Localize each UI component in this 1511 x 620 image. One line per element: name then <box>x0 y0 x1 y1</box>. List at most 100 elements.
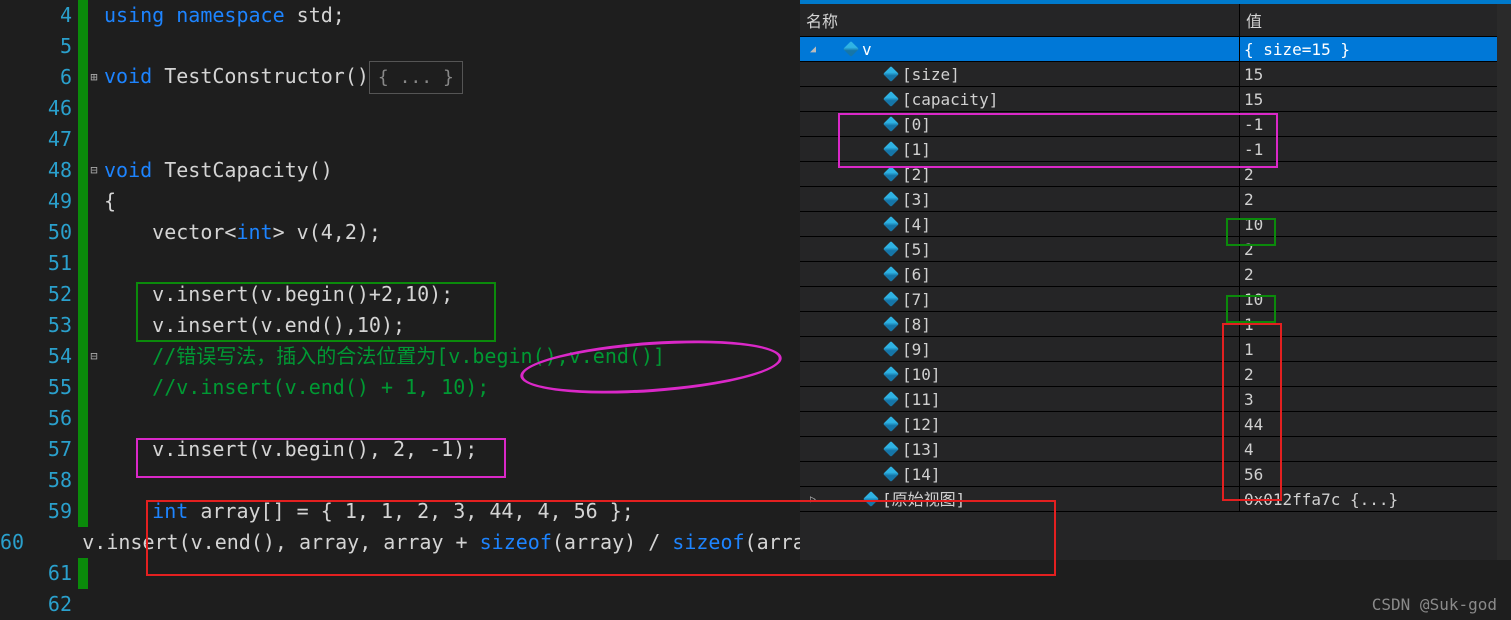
code-line[interactable]: 49{ <box>0 186 800 217</box>
collapsed-block[interactable]: { ... } <box>369 61 463 94</box>
watch-value-cell[interactable]: 56 <box>1240 462 1511 486</box>
code-text[interactable]: v.insert(v.end(),10); <box>100 310 405 341</box>
watch-row[interactable]: [14]56 <box>800 462 1511 487</box>
expander-icon[interactable]: ▷ <box>806 487 820 512</box>
watch-name-cell[interactable]: [14] <box>800 462 1240 486</box>
code-text[interactable]: v.insert(v.end(), array, array + sizeof(… <box>30 527 889 558</box>
watch-row[interactable]: [4]10 <box>800 212 1511 237</box>
watch-value-cell[interactable]: 1 <box>1240 312 1511 336</box>
watch-name-cell[interactable]: [8] <box>800 312 1240 336</box>
code-line[interactable]: 52 v.insert(v.begin()+2,10); <box>0 279 800 310</box>
watch-value-cell[interactable]: 15 <box>1240 62 1511 86</box>
watch-value-cell[interactable]: 2 <box>1240 162 1511 186</box>
watch-name-cell[interactable]: [0] <box>800 112 1240 136</box>
code-editor[interactable]: 4using namespace std;56⊞void TestConstru… <box>0 0 800 620</box>
watch-name-cell[interactable]: [9] <box>800 337 1240 361</box>
watch-row[interactable]: [5]2 <box>800 237 1511 262</box>
watch-col-name-header[interactable]: 名称 <box>800 4 1240 36</box>
watch-value-cell[interactable]: 0x012ffa7c {...} <box>1240 487 1511 511</box>
watch-value-cell[interactable]: -1 <box>1240 137 1511 161</box>
code-text[interactable]: //错误写法，插入的合法位置为[v.begin(),v.end()] <box>100 341 665 372</box>
watch-row[interactable]: [2]2 <box>800 162 1511 187</box>
code-line[interactable]: 55 //v.insert(v.end() + 1, 10); <box>0 372 800 403</box>
code-text[interactable]: vector<int> v(4,2); <box>100 217 381 248</box>
watch-value-cell[interactable]: 44 <box>1240 412 1511 436</box>
code-text[interactable]: v.insert(v.begin(), 2, -1); <box>100 434 477 465</box>
watch-name-cell[interactable]: [13] <box>800 437 1240 461</box>
code-text[interactable]: v.insert(v.begin()+2,10); <box>100 279 453 310</box>
watch-value-cell[interactable]: 2 <box>1240 237 1511 261</box>
code-line[interactable]: 4using namespace std; <box>0 0 800 31</box>
watch-name-cell[interactable]: [2] <box>800 162 1240 186</box>
code-line[interactable]: 46 <box>0 93 800 124</box>
watch-name-cell[interactable]: [capacity] <box>800 87 1240 111</box>
watch-name-cell[interactable]: [size] <box>800 62 1240 86</box>
expander-icon[interactable]: ◢ <box>806 37 820 62</box>
code-line[interactable]: 54⊟ //错误写法，插入的合法位置为[v.begin(),v.end()] <box>0 341 800 372</box>
watch-value-cell[interactable]: { size=15 } <box>1240 37 1511 61</box>
watch-name-cell[interactable]: [1] <box>800 137 1240 161</box>
watch-name-cell[interactable]: [4] <box>800 212 1240 236</box>
watch-row[interactable]: [3]2 <box>800 187 1511 212</box>
fold-toggle[interactable]: ⊟ <box>88 341 100 372</box>
code-text[interactable]: { <box>100 186 116 217</box>
watch-value-cell[interactable]: 4 <box>1240 437 1511 461</box>
watch-row[interactable]: [0]-1 <box>800 112 1511 137</box>
watch-name-cell[interactable]: [10] <box>800 362 1240 386</box>
code-line[interactable]: 57 v.insert(v.begin(), 2, -1); <box>0 434 800 465</box>
watch-name-cell[interactable]: ◢v <box>800 37 1240 61</box>
watch-row[interactable]: [8]1 <box>800 312 1511 337</box>
code-line[interactable]: 5 <box>0 31 800 62</box>
watch-value-cell[interactable]: 3 <box>1240 387 1511 411</box>
watch-row[interactable]: [size]15 <box>800 62 1511 87</box>
watch-name-cell[interactable]: ▷[原始视图] <box>800 487 1240 511</box>
watch-value-cell[interactable]: 10 <box>1240 212 1511 236</box>
watch-name-cell[interactable]: [5] <box>800 237 1240 261</box>
code-line[interactable]: 60 v.insert(v.end(), array, array + size… <box>0 527 800 558</box>
watch-panel[interactable]: 名称 值 ◢v{ size=15 }[size]15[capacity]15[0… <box>800 0 1511 560</box>
fold-toggle[interactable]: ⊞ <box>88 62 100 93</box>
watch-value-cell[interactable]: 2 <box>1240 362 1511 386</box>
code-text[interactable]: //v.insert(v.end() + 1, 10); <box>100 372 489 403</box>
watch-name-cell[interactable]: [12] <box>800 412 1240 436</box>
fold-toggle[interactable]: ⊟ <box>88 155 100 186</box>
code-line[interactable]: 6⊞void TestConstructor(){ ... } <box>0 62 800 93</box>
code-line[interactable]: 56 <box>0 403 800 434</box>
code-line[interactable]: 62 <box>0 589 800 620</box>
code-line[interactable]: 51 <box>0 248 800 279</box>
watch-row[interactable]: [capacity]15 <box>800 87 1511 112</box>
code-line[interactable]: 47 <box>0 124 800 155</box>
watch-row[interactable]: [10]2 <box>800 362 1511 387</box>
watch-name-cell[interactable]: [6] <box>800 262 1240 286</box>
watch-value-cell[interactable]: 15 <box>1240 87 1511 111</box>
watch-value-cell[interactable]: 2 <box>1240 262 1511 286</box>
code-line[interactable]: 48⊟void TestCapacity() <box>0 155 800 186</box>
watch-name-cell[interactable]: [3] <box>800 187 1240 211</box>
watch-name-cell[interactable]: [7] <box>800 287 1240 311</box>
watch-value-cell[interactable]: 1 <box>1240 337 1511 361</box>
watch-row[interactable]: [13]4 <box>800 437 1511 462</box>
watch-row[interactable]: [7]10 <box>800 287 1511 312</box>
watch-name-cell[interactable]: [11] <box>800 387 1240 411</box>
watch-row[interactable]: ◢v{ size=15 } <box>800 37 1511 62</box>
watch-row[interactable]: ▷[原始视图]0x012ffa7c {...} <box>800 487 1511 512</box>
watch-value-cell[interactable]: 2 <box>1240 187 1511 211</box>
code-line[interactable]: 58 <box>0 465 800 496</box>
scrollbar[interactable] <box>1497 4 1511 560</box>
watch-value-cell[interactable]: -1 <box>1240 112 1511 136</box>
code-line[interactable]: 61 <box>0 558 800 589</box>
code-text[interactable]: int array[] = { 1, 1, 2, 3, 44, 4, 56 }; <box>100 496 634 527</box>
watch-col-value-header[interactable]: 值 <box>1240 4 1511 36</box>
watch-row[interactable]: [1]-1 <box>800 137 1511 162</box>
watch-row[interactable]: [6]2 <box>800 262 1511 287</box>
watch-row[interactable]: [12]44 <box>800 412 1511 437</box>
code-line[interactable]: 59 int array[] = { 1, 1, 2, 3, 44, 4, 56… <box>0 496 800 527</box>
code-text[interactable]: void TestConstructor(){ ... } <box>100 61 463 94</box>
code-line[interactable]: 50 vector<int> v(4,2); <box>0 217 800 248</box>
watch-row[interactable]: [11]3 <box>800 387 1511 412</box>
code-line[interactable]: 53 v.insert(v.end(),10); <box>0 310 800 341</box>
code-text[interactable]: void TestCapacity() <box>100 155 333 186</box>
watch-value-cell[interactable]: 10 <box>1240 287 1511 311</box>
watch-row[interactable]: [9]1 <box>800 337 1511 362</box>
code-text[interactable]: using namespace std; <box>100 0 345 31</box>
